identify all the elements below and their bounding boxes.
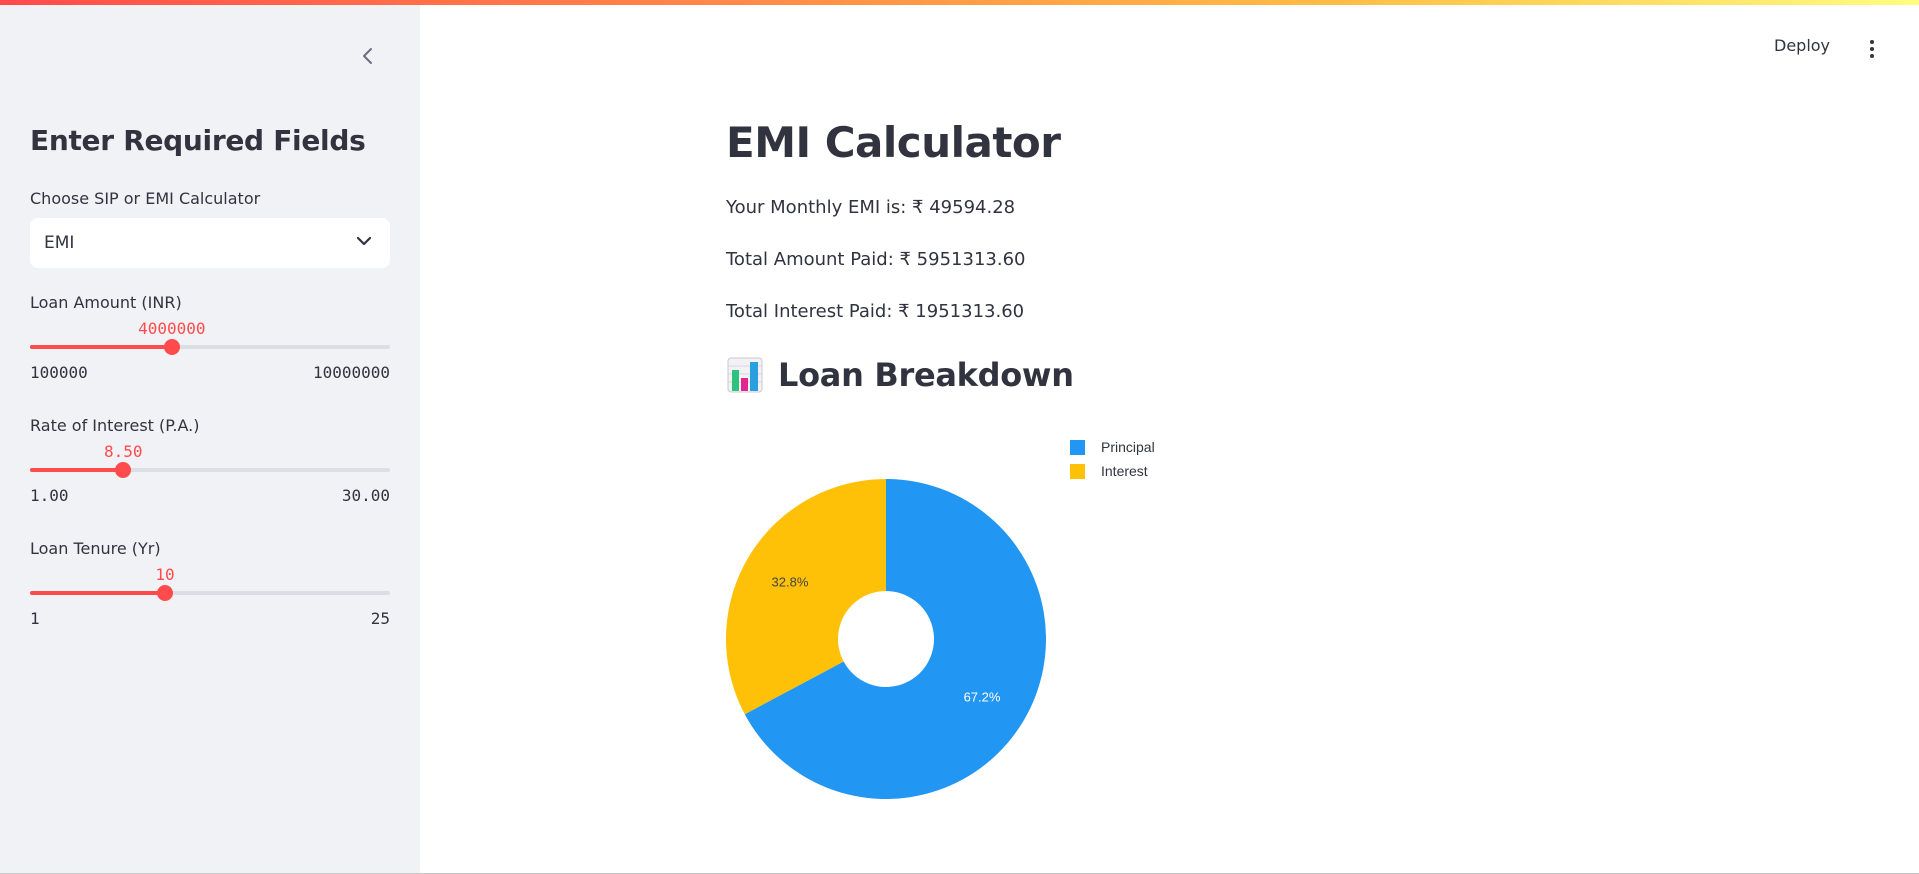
total-interest-text: Total Interest Paid: ₹ 1951313.60: [726, 301, 1025, 322]
total-amount-text: Total Amount Paid: ₹ 5951313.60: [726, 249, 1026, 270]
interest-rate-slider[interactable]: 8.50 1.00 30.00: [30, 442, 390, 512]
calculator-select-value: EMI: [44, 233, 75, 253]
slider-current-value: 10: [155, 565, 175, 584]
bar-chart-icon: [727, 357, 763, 393]
slider-thumb[interactable]: [157, 585, 173, 601]
collapse-sidebar-button[interactable]: [356, 41, 380, 71]
monthly-emi-text: Your Monthly EMI is: ₹ 49594.28: [726, 197, 1016, 218]
interest-rate-label: Rate of Interest (P.A.): [30, 416, 200, 435]
slider-min-label: 100000: [30, 363, 88, 382]
chevron-down-icon: [356, 236, 372, 246]
section-title: Loan Breakdown: [778, 356, 1074, 394]
legend-label[interactable]: Interest: [1101, 463, 1148, 479]
chevron-left-icon: [363, 48, 372, 64]
legend-swatch[interactable]: [1070, 464, 1085, 479]
pie-slice-label: 32.8%: [772, 574, 809, 589]
loan-amount-slider[interactable]: 4000000 100000 10000000: [30, 319, 390, 389]
legend-swatch[interactable]: [1070, 440, 1085, 455]
slider-max-label: 10000000: [312, 363, 390, 382]
loan-breakdown-donut-chart: 67.2% 32.8% Principal Interest: [726, 439, 1155, 799]
slider-min-label: 1: [30, 609, 40, 628]
legend-label[interactable]: Principal: [1101, 439, 1155, 455]
slider-max-label: 30.00: [341, 486, 390, 505]
slider-current-value: 4000000: [138, 319, 206, 338]
slider-max-label: 25: [370, 609, 390, 628]
pie-slice-label: 67.2%: [964, 690, 1001, 705]
loan-tenure-label: Loan Tenure (Yr): [30, 539, 161, 558]
calculator-select[interactable]: EMI: [30, 218, 390, 268]
slider-thumb[interactable]: [163, 339, 180, 355]
dot: [1870, 54, 1874, 58]
slider-thumb[interactable]: [115, 462, 132, 478]
calculator-select-label: Choose SIP or EMI Calculator: [30, 189, 261, 208]
slider-fill: [30, 468, 124, 472]
slider-min-label: 1.00: [30, 486, 69, 505]
deploy-button[interactable]: Deploy: [1774, 36, 1830, 55]
loan-amount-label: Loan Amount (INR): [30, 293, 182, 312]
main-menu-button[interactable]: [1862, 36, 1882, 62]
slider-fill: [30, 345, 172, 349]
pie-slice-interest[interactable]: [726, 479, 886, 715]
page-title: EMI Calculator: [726, 118, 1061, 167]
slider-fill: [30, 591, 165, 595]
slider-current-value: 8.50: [103, 442, 143, 461]
loan-tenure-slider[interactable]: 10 1 25: [30, 565, 390, 635]
sidebar-title: Enter Required Fields: [30, 124, 366, 157]
section-heading: Loan Breakdown: [726, 356, 1074, 394]
dot: [1870, 47, 1874, 51]
dot: [1870, 40, 1874, 44]
